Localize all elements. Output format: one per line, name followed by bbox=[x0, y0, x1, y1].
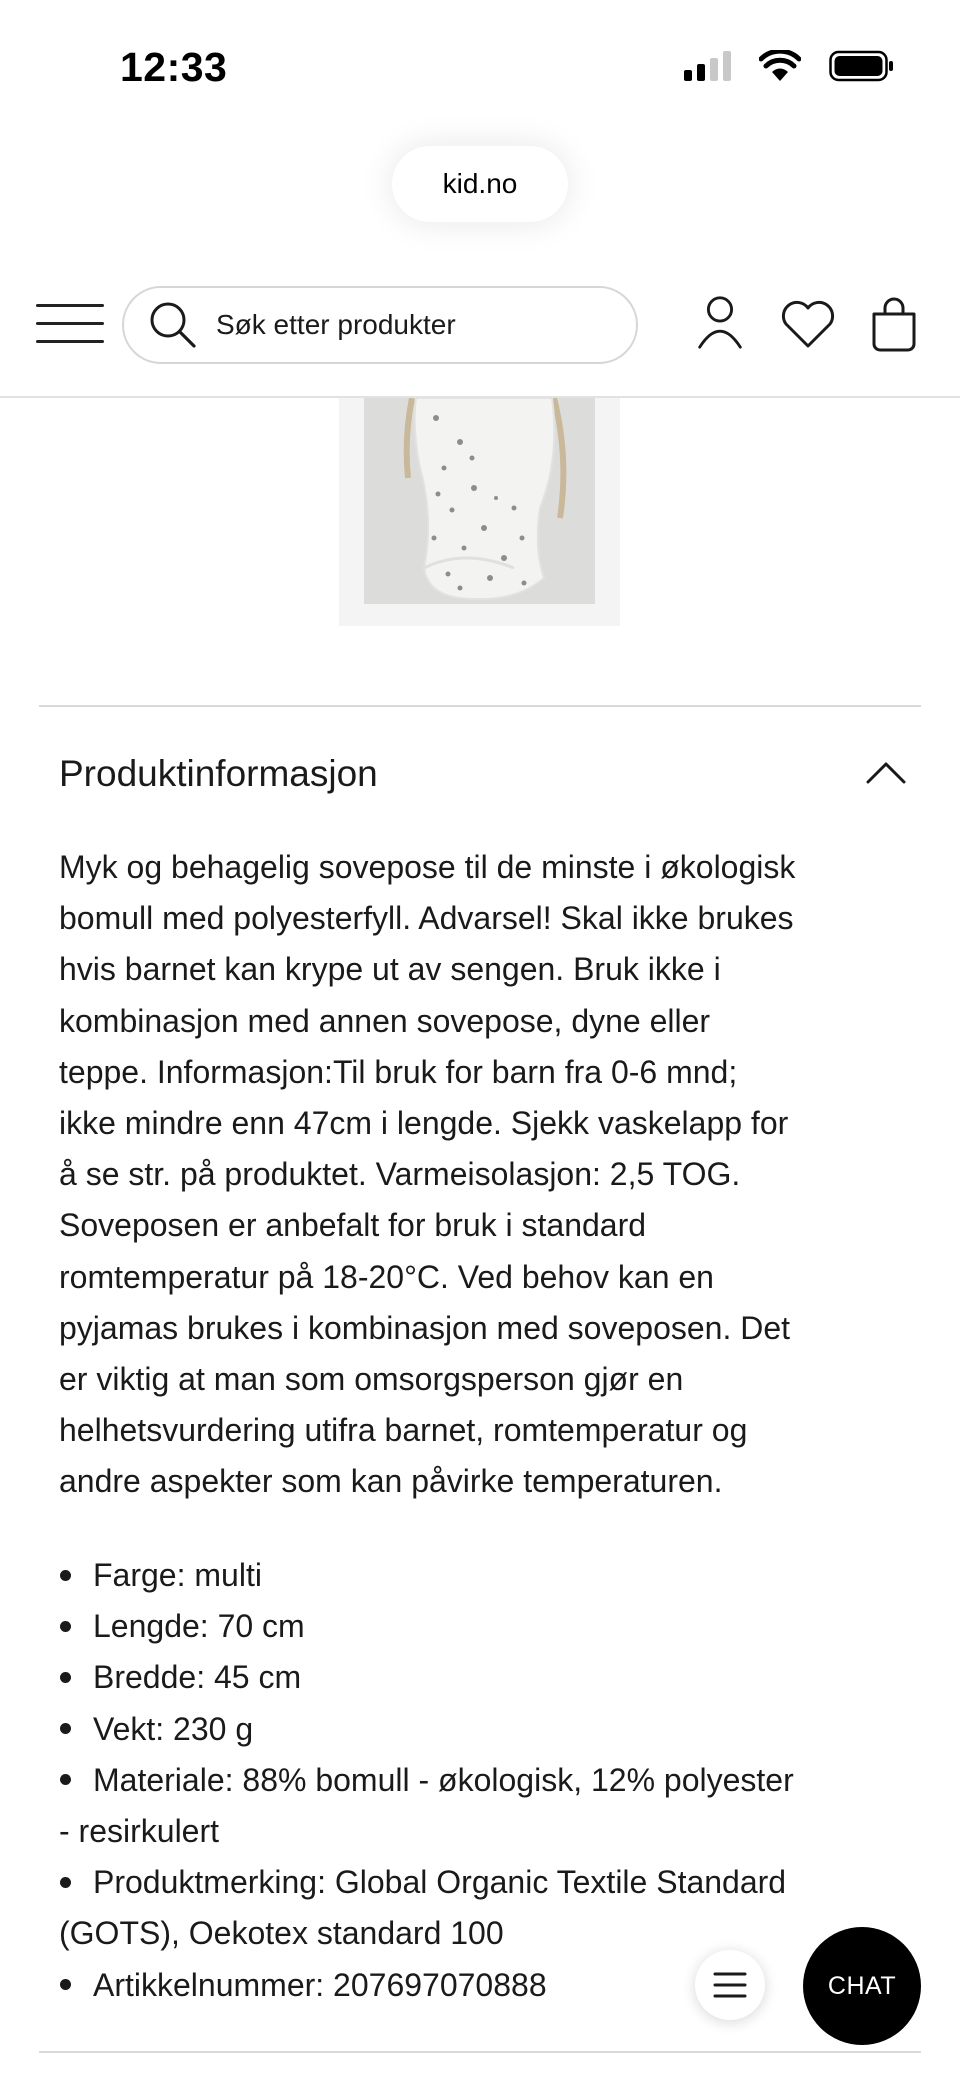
bullet-icon bbox=[59, 1755, 93, 1806]
description-line: ikke mindre enn 47cm i lengde. Sjekk vas… bbox=[59, 1105, 789, 1142]
floating-menu-button[interactable] bbox=[695, 1950, 765, 2020]
spec-item-length: Lengde: 70 cm bbox=[59, 1601, 921, 1652]
status-time: 12:33 bbox=[120, 44, 228, 90]
bullet-icon bbox=[59, 1960, 93, 2011]
heart-icon[interactable] bbox=[779, 300, 837, 350]
product-thumbnail[interactable] bbox=[339, 398, 620, 626]
description-line: helhetsvurdering utifra barnet, romtempe… bbox=[59, 1412, 748, 1449]
spec-list: Farge: multi Lengde: 70 cm Bredde: 45 cm… bbox=[59, 1550, 921, 2011]
description-line: å se str. på produktet. Varmeisolasjon: … bbox=[59, 1156, 741, 1193]
description-line: romtemperatur på 18-20°C. Ved behov kan … bbox=[59, 1258, 714, 1295]
status-icons bbox=[684, 50, 895, 82]
status-bar: 12:33 bbox=[0, 0, 960, 130]
accordion-title[interactable]: Produktinformasjon bbox=[59, 753, 378, 795]
spec-item-article-number: Artikkelnummer: 207697070888 bbox=[59, 1960, 921, 2011]
battery-icon bbox=[829, 50, 893, 82]
search-icon bbox=[150, 302, 196, 348]
product-image bbox=[364, 398, 595, 604]
section-divider bbox=[39, 705, 921, 707]
search-bar[interactable] bbox=[122, 286, 638, 364]
cellular-signal-icon bbox=[684, 51, 731, 81]
description-line: bomull med polyesterfyll. Advarsel! Skal… bbox=[59, 900, 794, 937]
chevron-up-icon[interactable] bbox=[864, 758, 908, 788]
description-line: Myk og behagelig sovepose til de minste … bbox=[59, 849, 796, 885]
product-description: Myk og behagelig sovepose til de minste … bbox=[59, 842, 921, 1508]
bullet-icon bbox=[59, 1857, 93, 1908]
description-line: kombinasjon med annen sovepose, dyne ell… bbox=[59, 1002, 711, 1039]
spec-item-material: Materiale: 88% bomull - økologisk, 12% p… bbox=[59, 1755, 921, 1806]
description-line: Soveposen er anbefalt for bruk i standar… bbox=[59, 1207, 647, 1244]
bullet-icon bbox=[59, 1704, 93, 1755]
url-bar[interactable]: kid.no bbox=[392, 146, 568, 222]
account-icon[interactable] bbox=[694, 294, 746, 350]
menu-icon[interactable] bbox=[36, 302, 104, 346]
spec-item-labelling-cont: (GOTS), Oekotex standard 100 bbox=[59, 1915, 504, 1952]
shopping-bag-icon[interactable] bbox=[870, 296, 918, 352]
description-line: andre aspekter som kan påvirke temperatu… bbox=[59, 1463, 723, 1500]
menu-lines-icon bbox=[713, 1972, 747, 1998]
spec-item-material-cont: - resirkulert bbox=[59, 1813, 220, 1850]
bullet-icon bbox=[59, 1652, 93, 1703]
spec-item-weight: Vekt: 230 g bbox=[59, 1704, 921, 1755]
description-line: teppe. Informasjon:Til bruk for barn fra… bbox=[59, 1053, 738, 1090]
sleeping-bag-illustration bbox=[364, 398, 595, 604]
search-input[interactable] bbox=[216, 309, 616, 341]
wifi-icon bbox=[759, 50, 801, 81]
product-page: 12:33 kid.no Søk etter produkter Produkt… bbox=[0, 0, 960, 2081]
spec-item-width: Bredde: 45 cm bbox=[59, 1652, 921, 1703]
spec-item-labelling: Produktmerking: Global Organic Textile S… bbox=[59, 1857, 921, 1908]
description-line: hvis barnet kan krype ut av sengen. Bruk… bbox=[59, 951, 721, 988]
description-line: pyjamas brukes i kombinasjon med sovepos… bbox=[59, 1309, 791, 1346]
site-header bbox=[0, 270, 960, 398]
description-line: er viktig at man som omsorgsperson gjør … bbox=[59, 1361, 684, 1398]
section-divider bbox=[39, 2051, 921, 2053]
spec-item-color: Farge: multi bbox=[59, 1550, 921, 1601]
chat-button[interactable]: CHAT bbox=[803, 1927, 921, 2045]
bullet-icon bbox=[59, 1601, 93, 1652]
bullet-icon bbox=[59, 1550, 93, 1601]
